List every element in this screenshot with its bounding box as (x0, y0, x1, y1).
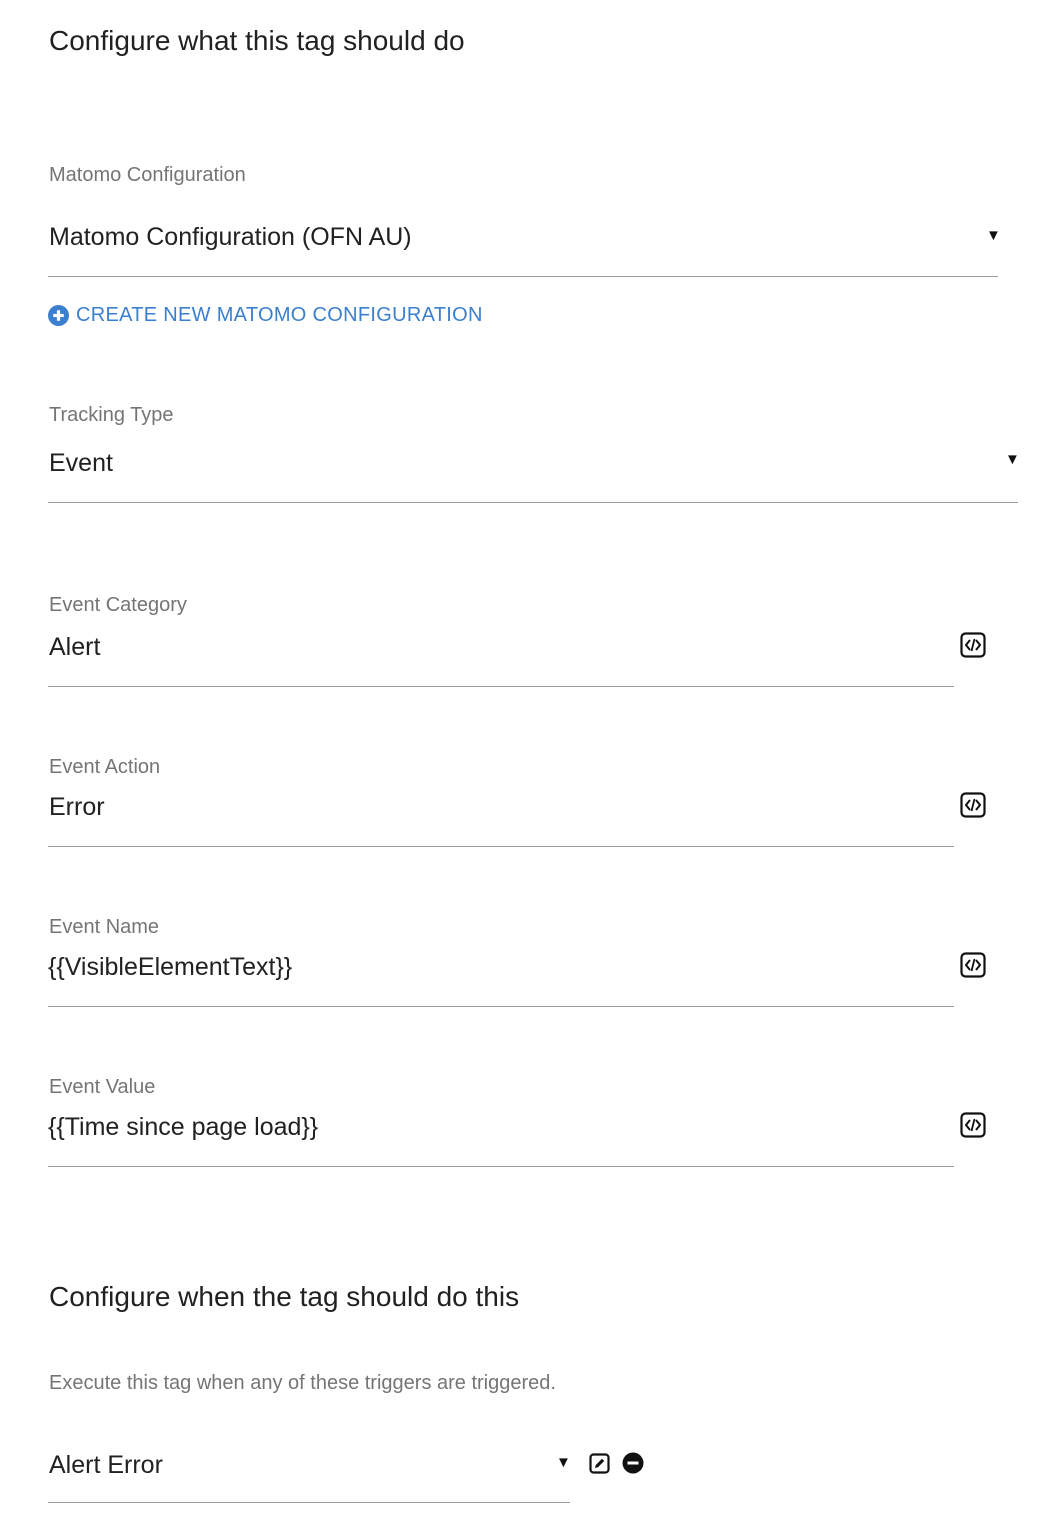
trigger-select[interactable]: Alert Error ▼ (48, 1444, 571, 1502)
trigger-selected: Alert Error (49, 1451, 163, 1479)
tracking-type-underline (48, 502, 1018, 503)
matomo-config-selected: Matomo Configuration (OFN AU) (49, 223, 412, 251)
event-category-value: Alert (49, 633, 101, 661)
matomo-config-select[interactable]: Matomo Configuration (OFN AU) ▼ (48, 218, 1001, 276)
minus-circle-icon[interactable] (622, 1452, 644, 1474)
edit-icon[interactable] (589, 1453, 610, 1474)
matomo-config-label: Matomo Configuration (49, 164, 246, 186)
event-category-label: Event Category (49, 594, 187, 616)
event-name-input[interactable]: {{VisibleElementText}} (48, 948, 954, 1006)
matomo-config-underline (48, 276, 998, 277)
plus-circle-icon (48, 304, 69, 326)
section-title-what: Configure what this tag should do (49, 25, 465, 56)
caret-down-icon: ▼ (986, 227, 1001, 244)
event-action-input[interactable]: Error (48, 788, 954, 846)
caret-down-icon: ▼ (556, 1454, 571, 1471)
variable-select-icon[interactable] (960, 632, 986, 658)
event-value-underline (48, 1166, 954, 1167)
event-action-value: Error (49, 793, 105, 821)
variable-select-icon[interactable] (960, 952, 986, 978)
variable-select-icon[interactable] (960, 1112, 986, 1138)
event-category-underline (48, 686, 954, 687)
trigger-underline (48, 1502, 570, 1503)
event-name-label: Event Name (49, 916, 160, 938)
event-value-value: {{Time since page load}} (48, 1113, 319, 1141)
tracking-type-label: Tracking Type (49, 404, 174, 426)
event-action-underline (48, 846, 954, 847)
event-category-input[interactable]: Alert (48, 628, 954, 686)
create-matomo-config-link[interactable]: CREATE NEW MATOMO CONFIGURATION (48, 302, 483, 328)
event-name-value: {{VisibleElementText}} (48, 953, 293, 981)
event-name-underline (48, 1006, 954, 1007)
event-value-label: Event Value (49, 1076, 156, 1098)
event-action-label: Event Action (49, 756, 161, 778)
event-value-input[interactable]: {{Time since page load}} (48, 1108, 954, 1166)
triggers-help-text: Execute this tag when any of these trigg… (49, 1372, 556, 1394)
section-title-when: Configure when the tag should do this (49, 1281, 520, 1312)
create-matomo-config-label: CREATE NEW MATOMO CONFIGURATION (76, 304, 483, 326)
variable-select-icon[interactable] (960, 792, 986, 818)
tracking-type-select[interactable]: Event ▼ (48, 444, 1020, 502)
caret-down-icon: ▼ (1005, 451, 1020, 468)
tracking-type-selected: Event (49, 449, 113, 477)
